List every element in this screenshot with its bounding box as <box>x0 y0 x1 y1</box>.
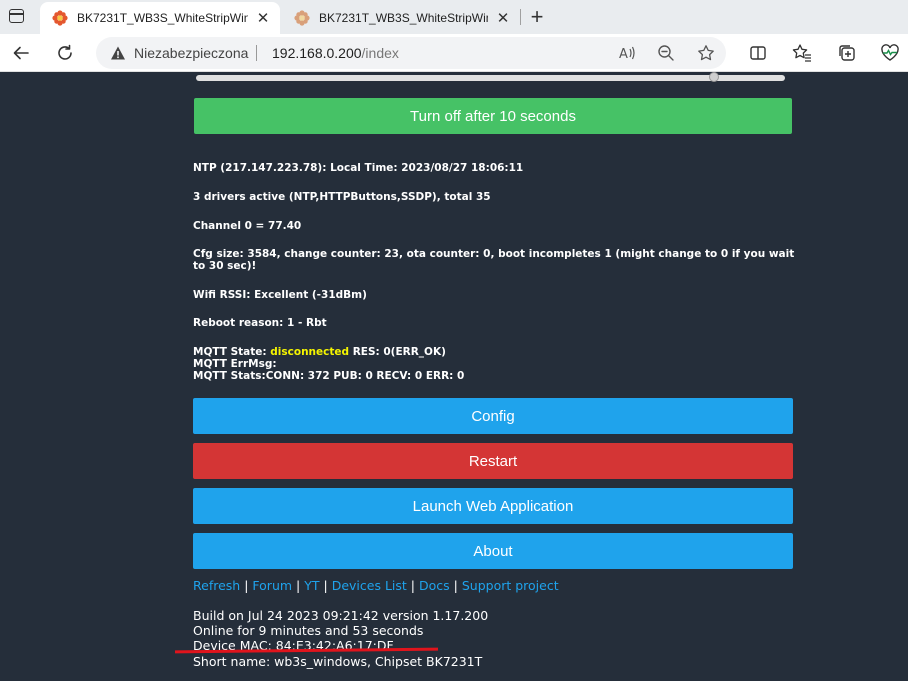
mqtt-errmsg: MQTT ErrMsg: <box>193 358 277 370</box>
link-separator: | <box>410 578 415 593</box>
uptime-line: Online for 9 minutes and 53 seconds <box>193 623 424 639</box>
tab-active[interactable]: BK7231T_WB3S_WhiteStripWindows ✕ <box>40 2 280 34</box>
browser-toolbar: Niezabezpieczona 192.168.0.200/index A <box>0 34 908 72</box>
tab-title: BK7231T_WB3S_WhiteStripWindows <box>77 11 248 25</box>
collections-icon[interactable] <box>837 43 857 63</box>
yt-link[interactable]: YT <box>304 578 319 593</box>
reboot-info: Reboot reason: 1 - Rbt <box>193 317 327 329</box>
flower-icon <box>52 10 68 26</box>
page-content: Turn off after 10 seconds NTP (217.147.2… <box>0 72 908 681</box>
footer-links: Refresh | Forum | YT | Devices List | Do… <box>193 578 559 593</box>
favorites-icon[interactable] <box>792 43 812 63</box>
heart-pulse-icon[interactable] <box>880 43 900 63</box>
plus-icon[interactable]: + <box>526 6 548 28</box>
link-separator: | <box>323 578 328 593</box>
link-separator: | <box>296 578 301 593</box>
mqtt-info: MQTT State: disconnected RES: 0(ERR_OK) … <box>193 346 798 382</box>
url-text[interactable]: 192.168.0.200/index <box>272 45 399 61</box>
close-icon[interactable]: ✕ <box>494 9 512 27</box>
link-separator: | <box>453 578 458 593</box>
mqtt-stats: MQTT Stats:CONN: 372 PUB: 0 RECV: 0 ERR:… <box>193 370 465 382</box>
back-arrow-icon[interactable] <box>9 41 33 65</box>
dimmer-slider[interactable] <box>196 75 785 81</box>
tab-title: BK7231T_WB3S_WhiteStripWindows <box>319 11 488 25</box>
mqtt-state-line: MQTT State: disconnected RES: 0(ERR_OK) <box>193 346 798 358</box>
tab-inactive[interactable]: BK7231T_WB3S_WhiteStripWindows ✕ <box>282 2 520 34</box>
drivers-info: 3 drivers active (NTP,HTTPButtons,SSDP),… <box>193 191 491 203</box>
support-project-link[interactable]: Support project <box>462 578 559 593</box>
url-host: 192.168.0.200 <box>272 45 362 61</box>
restart-button[interactable]: Restart <box>193 443 793 479</box>
star-icon[interactable] <box>697 44 715 62</box>
ntp-info: NTP (217.147.223.78): Local Time: 2023/0… <box>193 162 524 174</box>
about-button[interactable]: About <box>193 533 793 569</box>
cfg-info: Cfg size: 3584, change counter: 23, ota … <box>193 248 795 272</box>
devices-list-link[interactable]: Devices List <box>332 578 407 593</box>
close-icon[interactable]: ✕ <box>254 9 272 27</box>
docs-link[interactable]: Docs <box>419 578 450 593</box>
forum-link[interactable]: Forum <box>252 578 292 593</box>
read-aloud-icon[interactable]: A <box>618 44 636 62</box>
mqtt-state-label: MQTT State: <box>193 346 267 358</box>
mqtt-res: RES: 0(ERR_OK) <box>352 346 446 358</box>
mqtt-state-value: disconnected <box>270 346 350 358</box>
zoom-out-icon[interactable] <box>657 44 675 62</box>
channel-info: Channel 0 = 77.40 <box>193 220 302 232</box>
security-label[interactable]: Niezabezpieczona <box>134 45 248 61</box>
timer-button[interactable]: Turn off after 10 seconds <box>194 98 792 134</box>
launch-web-app-button[interactable]: Launch Web Application <box>193 488 793 524</box>
build-info: Build on Jul 24 2023 09:21:42 version 1.… <box>193 608 488 669</box>
warning-triangle-icon[interactable] <box>110 45 126 61</box>
url-path: /index <box>361 45 399 61</box>
address-divider <box>256 45 257 61</box>
link-separator: | <box>244 578 249 593</box>
reload-icon[interactable] <box>53 41 77 65</box>
refresh-link[interactable]: Refresh <box>193 578 240 593</box>
short-name-line: Short name: wb3s_windows, Chipset BK7231… <box>193 653 483 669</box>
build-line: Build on Jul 24 2023 09:21:42 version 1.… <box>193 608 489 623</box>
svg-text:A: A <box>619 47 628 62</box>
tab-divider <box>520 9 521 25</box>
config-button[interactable]: Config <box>193 398 793 434</box>
tab-bar: BK7231T_WB3S_WhiteStripWindows ✕ BK7231T… <box>0 0 908 34</box>
flower-icon <box>294 10 310 26</box>
address-bar[interactable]: Niezabezpieczona 192.168.0.200/index A <box>96 37 726 69</box>
wifi-info: Wifi RSSI: Excellent (-31dBm) <box>193 289 367 301</box>
window-icon[interactable] <box>9 9 24 23</box>
split-screen-icon[interactable] <box>748 43 768 63</box>
